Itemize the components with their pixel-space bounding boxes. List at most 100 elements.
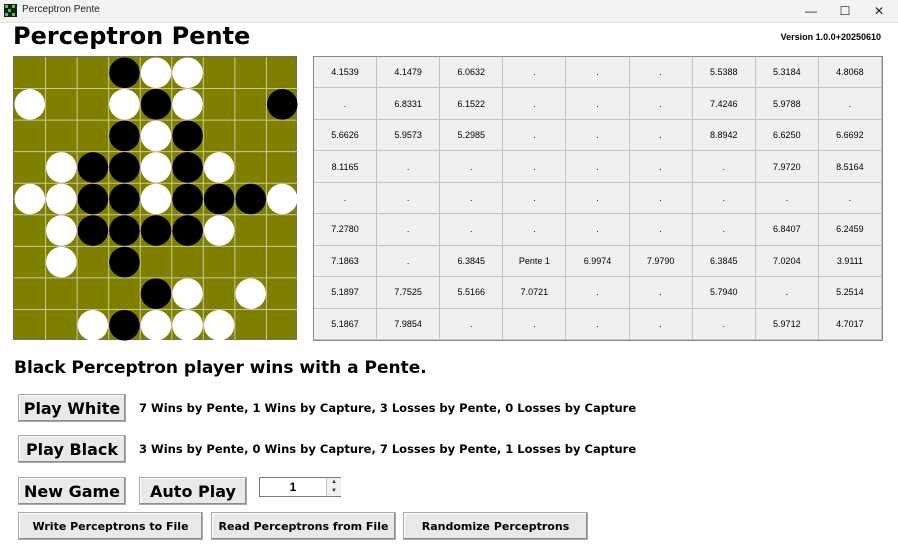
table-cell: 7.1863 <box>314 245 378 278</box>
white-stone <box>46 183 77 215</box>
white-stone <box>172 309 203 341</box>
table-cell: 5.5166 <box>440 277 504 309</box>
white-stone <box>140 183 172 215</box>
black-stone <box>109 246 140 278</box>
table-cell: . <box>566 277 630 309</box>
black-stone <box>109 183 140 215</box>
pente-board[interactable] <box>13 56 298 341</box>
table-cell: 6.9974 <box>566 245 630 278</box>
table-cell: 6.3845 <box>692 245 756 278</box>
white-stone <box>172 57 203 89</box>
game-status-message: Black Perceptron player wins with a Pent… <box>14 358 427 378</box>
table-cell: 6.8407 <box>755 214 819 246</box>
black-stone <box>109 120 140 152</box>
table-cell: . <box>440 308 504 340</box>
table-cell: . <box>629 214 693 246</box>
white-stone <box>140 309 172 341</box>
table-cell: 8.5164 <box>818 151 882 183</box>
maximize-icon[interactable]: ☐ <box>828 0 862 22</box>
table-cell: . <box>377 182 441 215</box>
table-cell: 5.1867 <box>314 308 378 340</box>
play-black-button[interactable]: Play Black <box>18 435 126 463</box>
table-cell: 5.3184 <box>755 57 819 89</box>
black-stone <box>172 215 203 246</box>
white-stone <box>14 183 46 215</box>
play-white-button[interactable]: Play White <box>18 394 126 422</box>
white-stats-label: 7 Wins by Pente, 1 Wins by Capture, 3 Lo… <box>139 401 637 415</box>
table-cell: . <box>755 182 819 215</box>
board-canvas[interactable] <box>14 57 298 341</box>
table-cell: . <box>566 151 630 183</box>
table-cell: 7.2780 <box>314 214 378 246</box>
new-game-button[interactable]: New Game <box>18 477 126 505</box>
white-stone <box>14 89 46 120</box>
table-cell: 7.4246 <box>692 88 756 120</box>
white-stone <box>235 278 266 309</box>
white-stone <box>172 89 203 120</box>
table-cell: . <box>629 57 693 89</box>
white-stone <box>46 152 77 183</box>
white-stone <box>109 89 140 120</box>
black-stone <box>203 183 235 215</box>
table-cell: . <box>377 245 441 278</box>
black-stone <box>172 152 203 183</box>
black-stone <box>109 57 140 89</box>
white-stone <box>172 278 203 309</box>
black-stone <box>140 278 172 309</box>
black-stone <box>109 152 140 183</box>
auto-play-count-spinner[interactable]: 1 ▲ ▼ <box>259 477 341 497</box>
black-stone <box>266 89 298 120</box>
read-perceptrons-button[interactable]: Read Perceptrons from File <box>211 512 396 540</box>
auto-play-count-input[interactable]: 1 <box>260 478 326 496</box>
write-perceptrons-button[interactable]: Write Perceptrons to File <box>18 512 203 540</box>
table-cell: 7.7525 <box>377 277 441 309</box>
black-stone <box>172 183 203 215</box>
table-cell: 5.6626 <box>314 119 378 152</box>
table-cell: . <box>377 151 441 183</box>
table-cell: . <box>440 182 504 215</box>
white-stone <box>46 215 77 246</box>
table-cell: . <box>818 88 882 120</box>
table-cell: . <box>377 214 441 246</box>
table-cell: 6.3845 <box>440 245 504 278</box>
table-cell: . <box>566 214 630 246</box>
app-logo-icon <box>4 4 17 17</box>
table-cell: . <box>314 88 378 120</box>
black-stone <box>140 215 172 246</box>
spin-down-icon[interactable]: ▼ <box>326 487 341 496</box>
table-cell: 5.9573 <box>377 119 441 152</box>
minimize-icon[interactable]: — <box>794 0 828 22</box>
table-cell: 6.0632 <box>440 57 504 89</box>
table-cell: . <box>692 151 756 183</box>
table-cell: 7.9720 <box>755 151 819 183</box>
table-cell: 7.0721 <box>503 277 567 309</box>
table-cell: . <box>629 182 693 215</box>
table-cell: Pente 1 <box>503 245 567 278</box>
black-stone <box>77 215 109 246</box>
black-stone <box>77 152 109 183</box>
table-cell: 4.1479 <box>377 57 441 89</box>
black-stone <box>172 120 203 152</box>
randomize-perceptrons-button[interactable]: Randomize Perceptrons <box>403 512 588 540</box>
table-cell: . <box>629 151 693 183</box>
table-cell: 6.8331 <box>377 88 441 120</box>
table-cell: 6.6692 <box>818 119 882 152</box>
table-cell: 7.0204 <box>755 245 819 278</box>
white-stone <box>203 215 235 246</box>
table-cell: 5.9788 <box>755 88 819 120</box>
table-cell: 7.9854 <box>377 308 441 340</box>
table-cell: 7.9790 <box>629 245 693 278</box>
table-cell: . <box>440 151 504 183</box>
close-icon[interactable]: ✕ <box>862 0 896 22</box>
table-cell: . <box>692 182 756 215</box>
black-stone <box>109 215 140 246</box>
auto-play-button[interactable]: Auto Play <box>139 477 247 505</box>
table-cell: . <box>629 88 693 120</box>
table-cell: 8.8942 <box>692 119 756 152</box>
app-title: Perceptron Pente <box>13 22 251 50</box>
table-cell: 4.1539 <box>314 57 378 89</box>
table-cell: . <box>566 119 630 152</box>
table-cell: . <box>503 151 567 183</box>
table-cell: 5.2985 <box>440 119 504 152</box>
table-cell: 5.9712 <box>755 308 819 340</box>
